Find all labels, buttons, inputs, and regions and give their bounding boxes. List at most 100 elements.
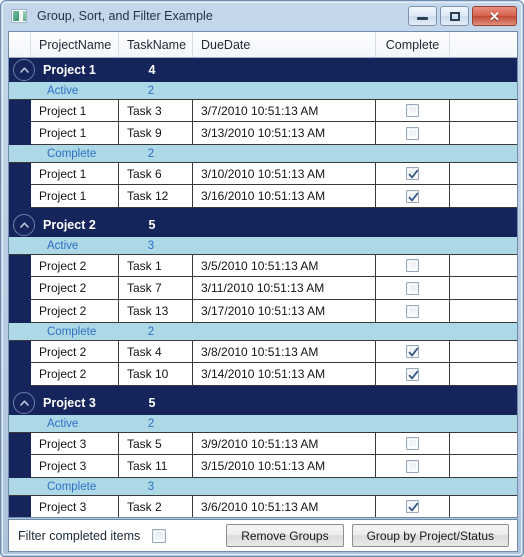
group-collapse-button[interactable] [13, 214, 35, 236]
cell-taskname: Task 2 [119, 495, 193, 517]
data-grid[interactable]: ProjectName TaskName DueDate Complete Pr… [8, 31, 518, 518]
subgroup-title: Complete [47, 480, 97, 493]
cell-duedate: 3/13/2010 10:51:13 AM [193, 122, 376, 145]
group-count: 4 [148, 63, 156, 77]
subgroup-header[interactable]: Complete 2 [9, 145, 517, 162]
cell-complete[interactable] [376, 185, 450, 208]
cell-complete[interactable] [376, 455, 450, 478]
table-row[interactable]: Project 1 Task 3 3/7/2010 10:51:13 AM [9, 99, 517, 122]
column-header-projectname[interactable]: ProjectName [31, 32, 119, 57]
cell-projectname: Project 2 [31, 277, 119, 300]
cell-complete[interactable] [376, 122, 450, 145]
table-row[interactable]: Project 2 Task 1 3/5/2010 10:51:13 AM [9, 254, 517, 277]
complete-checkbox[interactable] [406, 167, 419, 180]
window-title: Group, Sort, and Filter Example [37, 9, 213, 23]
cell-complete[interactable] [376, 495, 450, 517]
table-row[interactable]: Project 1 Task 12 3/16/2010 10:51:13 AM [9, 185, 517, 208]
cell-filler [450, 340, 517, 363]
column-header-row: ProjectName TaskName DueDate Complete [9, 32, 517, 58]
table-row[interactable]: Project 2 Task 4 3/8/2010 10:51:13 AM [9, 340, 517, 363]
grid-groups: Project 1 4 Active 2 Project 1 Task 3 3/7/2010… [9, 58, 517, 517]
subgroup-header[interactable]: Active 2 [9, 415, 517, 432]
subgroup-title: Active [47, 417, 79, 430]
cell-duedate: 3/8/2010 10:51:13 AM [193, 340, 376, 363]
subgroup-header[interactable]: Complete 3 [9, 478, 517, 495]
column-header-indicator[interactable] [9, 32, 31, 57]
grid-group: Project 1 4 Active 2 Project 1 Task 3 3/7/2010… [9, 58, 517, 213]
table-row[interactable]: Project 3 Task 11 3/15/2010 10:51:13 AM [9, 455, 517, 478]
complete-checkbox[interactable] [406, 500, 419, 513]
minimize-button[interactable] [408, 6, 437, 26]
group-by-project-status-button[interactable]: Group by Project/Status [351, 524, 509, 547]
column-header-taskname[interactable]: TaskName [119, 32, 193, 57]
table-row[interactable]: Project 2 Task 10 3/14/2010 10:51:13 AM [9, 363, 517, 386]
cell-complete[interactable] [376, 99, 450, 122]
table-row[interactable]: Project 3 Task 5 3/9/2010 10:51:13 AM [9, 432, 517, 455]
cell-complete[interactable] [376, 300, 450, 323]
row-indicator [9, 99, 31, 122]
subgroup-rows: Project 3 Task 5 3/9/2010 10:51:13 AM Proje… [9, 432, 517, 478]
cell-taskname: Task 6 [119, 162, 193, 185]
row-indicator [9, 455, 31, 478]
close-button[interactable]: ✕ [472, 6, 517, 26]
cell-complete[interactable] [376, 254, 450, 277]
table-row[interactable]: Project 2 Task 7 3/11/2010 10:51:13 AM [9, 277, 517, 300]
row-indicator [9, 495, 31, 517]
title-bar[interactable]: Group, Sort, and Filter Example ✕ [3, 3, 521, 29]
table-row[interactable]: Project 2 Task 13 3/17/2010 10:51:13 AM [9, 300, 517, 323]
complete-checkbox[interactable] [406, 126, 419, 140]
cell-duedate: 3/14/2010 10:51:13 AM [193, 363, 376, 386]
column-header-duedate[interactable]: DueDate [193, 32, 376, 57]
toolbar-buttons: Remove Groups Group by Project/Status [226, 524, 509, 547]
table-row[interactable]: Project 3 Task 2 3/6/2010 10:51:13 AM [9, 495, 517, 517]
group-collapse-button[interactable] [13, 59, 35, 81]
group-header[interactable]: Project 3 5 [9, 391, 517, 415]
cell-taskname: Task 3 [119, 99, 193, 122]
cell-filler [450, 363, 517, 386]
complete-checkbox[interactable] [406, 367, 419, 381]
cell-complete[interactable] [376, 340, 450, 363]
row-indicator [9, 300, 31, 323]
cell-projectname: Project 3 [31, 432, 119, 455]
group-count: 5 [148, 218, 156, 232]
subgroup-rows: Project 2 Task 1 3/5/2010 10:51:13 AM Proje… [9, 254, 517, 323]
window-controls: ✕ [408, 6, 517, 26]
cell-duedate: 3/9/2010 10:51:13 AM [193, 432, 376, 455]
complete-checkbox[interactable] [406, 281, 419, 295]
group-header[interactable]: Project 2 5 [9, 213, 517, 237]
column-header-filler[interactable] [450, 32, 517, 57]
cell-complete[interactable] [376, 432, 450, 455]
cell-complete[interactable] [376, 162, 450, 185]
subgroup-header[interactable]: Active 3 [9, 237, 517, 254]
complete-checkbox[interactable] [406, 104, 419, 117]
complete-checkbox[interactable] [406, 437, 419, 450]
maximize-button[interactable] [440, 6, 469, 26]
subgroup-header[interactable]: Active 2 [9, 82, 517, 99]
group-header[interactable]: Project 1 4 [9, 58, 517, 82]
row-indicator [9, 185, 31, 208]
complete-checkbox[interactable] [406, 345, 419, 358]
group-collapse-button[interactable] [13, 392, 35, 414]
subgroup-header[interactable]: Complete 2 [9, 323, 517, 340]
cell-complete[interactable] [376, 277, 450, 300]
remove-groups-button[interactable]: Remove Groups [226, 524, 344, 547]
table-row[interactable]: Project 1 Task 6 3/10/2010 10:51:13 AM [9, 162, 517, 185]
cell-taskname: Task 5 [119, 432, 193, 455]
cell-projectname: Project 1 [31, 122, 119, 145]
filter-completed-label: Filter completed items [18, 528, 141, 543]
complete-checkbox[interactable] [406, 459, 419, 473]
application-window: Group, Sort, and Filter Example ✕ Projec… [0, 0, 524, 557]
table-row[interactable]: Project 1 Task 9 3/13/2010 10:51:13 AM [9, 122, 517, 145]
complete-checkbox[interactable] [406, 304, 419, 318]
column-header-complete[interactable]: Complete [376, 32, 450, 57]
cell-complete[interactable] [376, 363, 450, 386]
cell-duedate: 3/15/2010 10:51:13 AM [193, 455, 376, 478]
subgroup-count: 2 [147, 417, 155, 430]
cell-projectname: Project 2 [31, 340, 119, 363]
cell-projectname: Project 2 [31, 254, 119, 277]
cell-projectname: Project 2 [31, 300, 119, 323]
row-indicator [9, 162, 31, 185]
complete-checkbox[interactable] [406, 259, 419, 272]
filter-completed-checkbox[interactable] [152, 528, 167, 543]
complete-checkbox[interactable] [406, 189, 419, 203]
